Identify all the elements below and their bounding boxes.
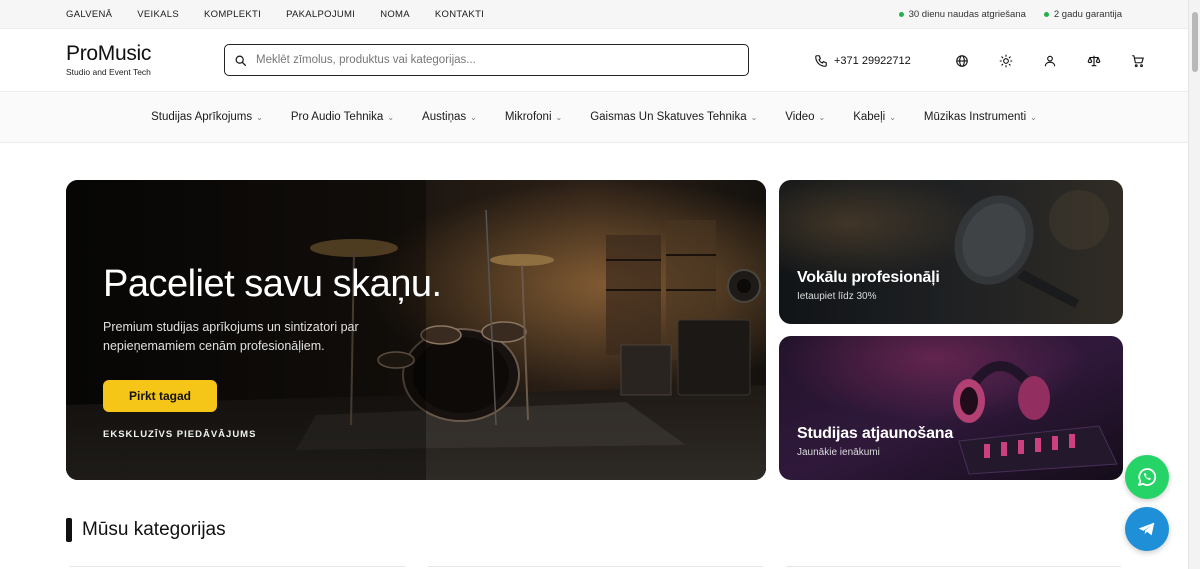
- top-nav-home[interactable]: GALVENĀ: [66, 9, 112, 20]
- chevron-down-icon: ⌄: [387, 112, 395, 122]
- telegram-icon: [1138, 522, 1155, 536]
- hero-title: Paceliet savu skaņu.: [103, 263, 442, 305]
- perk-label: 30 dienu naudas atgriešana: [908, 9, 1026, 20]
- header-actions: +371 29922712: [814, 29, 1151, 92]
- search-box[interactable]: [224, 44, 749, 76]
- buy-now-button[interactable]: Pirkt tagad: [103, 380, 217, 412]
- category-instruments[interactable]: Mūzikas Instrumenti ⌄: [924, 111, 1037, 123]
- top-nav-services[interactable]: PAKALPOJUMI: [286, 9, 355, 20]
- site-header: ProMusic Studio and Event Tech +371 2992…: [0, 29, 1188, 92]
- category-label: Gaismas Un Skatuves Tehnika: [590, 111, 747, 123]
- scrollbar-thumb[interactable]: [1192, 12, 1198, 72]
- category-label: Video: [785, 111, 815, 123]
- category-headphones[interactable]: Austiņas ⌄: [422, 111, 477, 123]
- top-nav-shop[interactable]: VEIKALS: [137, 9, 179, 20]
- cart-button[interactable]: [1125, 48, 1151, 74]
- section-title: Mūsu kategorijas: [82, 519, 226, 540]
- promo-subtitle: Jaunākie ienākumi: [797, 447, 880, 458]
- category-label: Mūzikas Instrumenti: [923, 111, 1027, 123]
- promo-title: Vokālu profesionāļi: [797, 269, 940, 286]
- top-nav-contacts[interactable]: KONTAKTI: [435, 9, 484, 20]
- category-video[interactable]: Video ⌄: [785, 111, 825, 123]
- top-nav: GALVENĀ VEIKALS KOMPLEKTI PAKALPOJUMI NO…: [66, 0, 509, 29]
- category-microphones[interactable]: Mikrofoni ⌄: [505, 111, 562, 123]
- promo-subtitle: Ietaupiet līdz 30%: [797, 291, 877, 302]
- language-button[interactable]: [949, 48, 975, 74]
- hero-eyebrow: EKSKLUZĪVS PIEDĀVĀJUMS: [103, 429, 257, 440]
- chevron-down-icon: ⌄: [470, 112, 477, 122]
- perk-money-back: 30 dienu naudas atgriešana: [898, 9, 1026, 20]
- theme-toggle-button[interactable]: [993, 48, 1019, 74]
- globe-icon: [955, 54, 968, 67]
- logo[interactable]: ProMusic Studio and Event Tech: [66, 42, 152, 78]
- status-dot-icon: [1043, 12, 1049, 17]
- microphone-image: [779, 180, 1123, 324]
- category-studio-equipment[interactable]: Studijas Aprīkojums ⌄: [151, 111, 263, 123]
- promo-card-studio[interactable]: Studijas atjaunošana Jaunākie ienākumi: [779, 336, 1123, 480]
- category-label: Studijas Aprīkojums: [151, 111, 253, 123]
- logo-tagline: Studio and Event Tech: [66, 67, 151, 77]
- status-dot-icon: [898, 12, 904, 17]
- phone-number: +371 29922712: [834, 54, 911, 67]
- hero-description: Premium studijas aprīkojums un sintizato…: [103, 320, 359, 353]
- chevron-down-icon: ⌄: [818, 112, 826, 122]
- chevron-down-icon: ⌄: [750, 112, 758, 122]
- perks: 30 dienu naudas atgriešana 2 gadu garant…: [898, 0, 1122, 29]
- category-cables[interactable]: Kabeļi ⌄: [853, 111, 896, 123]
- categories-heading: Mūsu kategorijas: [66, 518, 226, 542]
- user-icon: [1044, 55, 1056, 66]
- promo-title: Studijas atjaunošana: [797, 425, 954, 442]
- scale-icon: [1087, 55, 1101, 66]
- logo-name: ProMusic: [66, 42, 152, 65]
- top-nav-rental[interactable]: NOMA: [380, 9, 410, 20]
- telegram-button[interactable]: [1125, 507, 1169, 551]
- search-input[interactable]: [256, 54, 726, 66]
- phone-icon: [815, 54, 827, 67]
- sun-icon: [999, 54, 1013, 67]
- top-nav-bundles[interactable]: KOMPLEKTI: [204, 9, 261, 20]
- category-nav: Studijas Aprīkojums ⌄ Pro Audio Tehnika ⌄ …: [0, 92, 1188, 143]
- search-icon: [235, 55, 247, 66]
- whatsapp-icon: [1138, 468, 1157, 486]
- category-lighting-stage[interactable]: Gaismas Un Skatuves Tehnika ⌄: [590, 111, 757, 123]
- category-label: Kabeļi: [853, 111, 886, 123]
- perk-label: 2 gadu garantija: [1053, 9, 1122, 20]
- cart-icon: [1131, 54, 1144, 67]
- chevron-down-icon: ⌄: [889, 112, 896, 122]
- perk-warranty: 2 gadu garantija: [1043, 9, 1122, 20]
- chevron-down-icon: ⌄: [555, 112, 563, 122]
- chevron-down-icon: ⌄: [256, 112, 263, 122]
- top-bar: GALVENĀ VEIKALS KOMPLEKTI PAKALPOJUMI NO…: [0, 0, 1188, 29]
- phone-link[interactable]: +371 29922712: [814, 54, 911, 68]
- page-scrollbar[interactable]: [1188, 0, 1200, 569]
- headphones-mixer-image: [779, 336, 1123, 480]
- category-label: Pro Audio Tehnika: [290, 111, 384, 123]
- chevron-down-icon: ⌄: [1030, 112, 1037, 122]
- category-label: Mikrofoni: [504, 111, 552, 123]
- category-pro-audio[interactable]: Pro Audio Tehnika ⌄: [291, 111, 394, 123]
- heading-accent-bar: [66, 518, 72, 542]
- promo-card-vocal[interactable]: Vokālu profesionāļi Ietaupiet līdz 30%: [779, 180, 1123, 324]
- category-label: Austiņas: [422, 111, 467, 123]
- whatsapp-button[interactable]: [1125, 455, 1169, 499]
- compare-button[interactable]: [1081, 48, 1107, 74]
- account-button[interactable]: [1037, 48, 1063, 74]
